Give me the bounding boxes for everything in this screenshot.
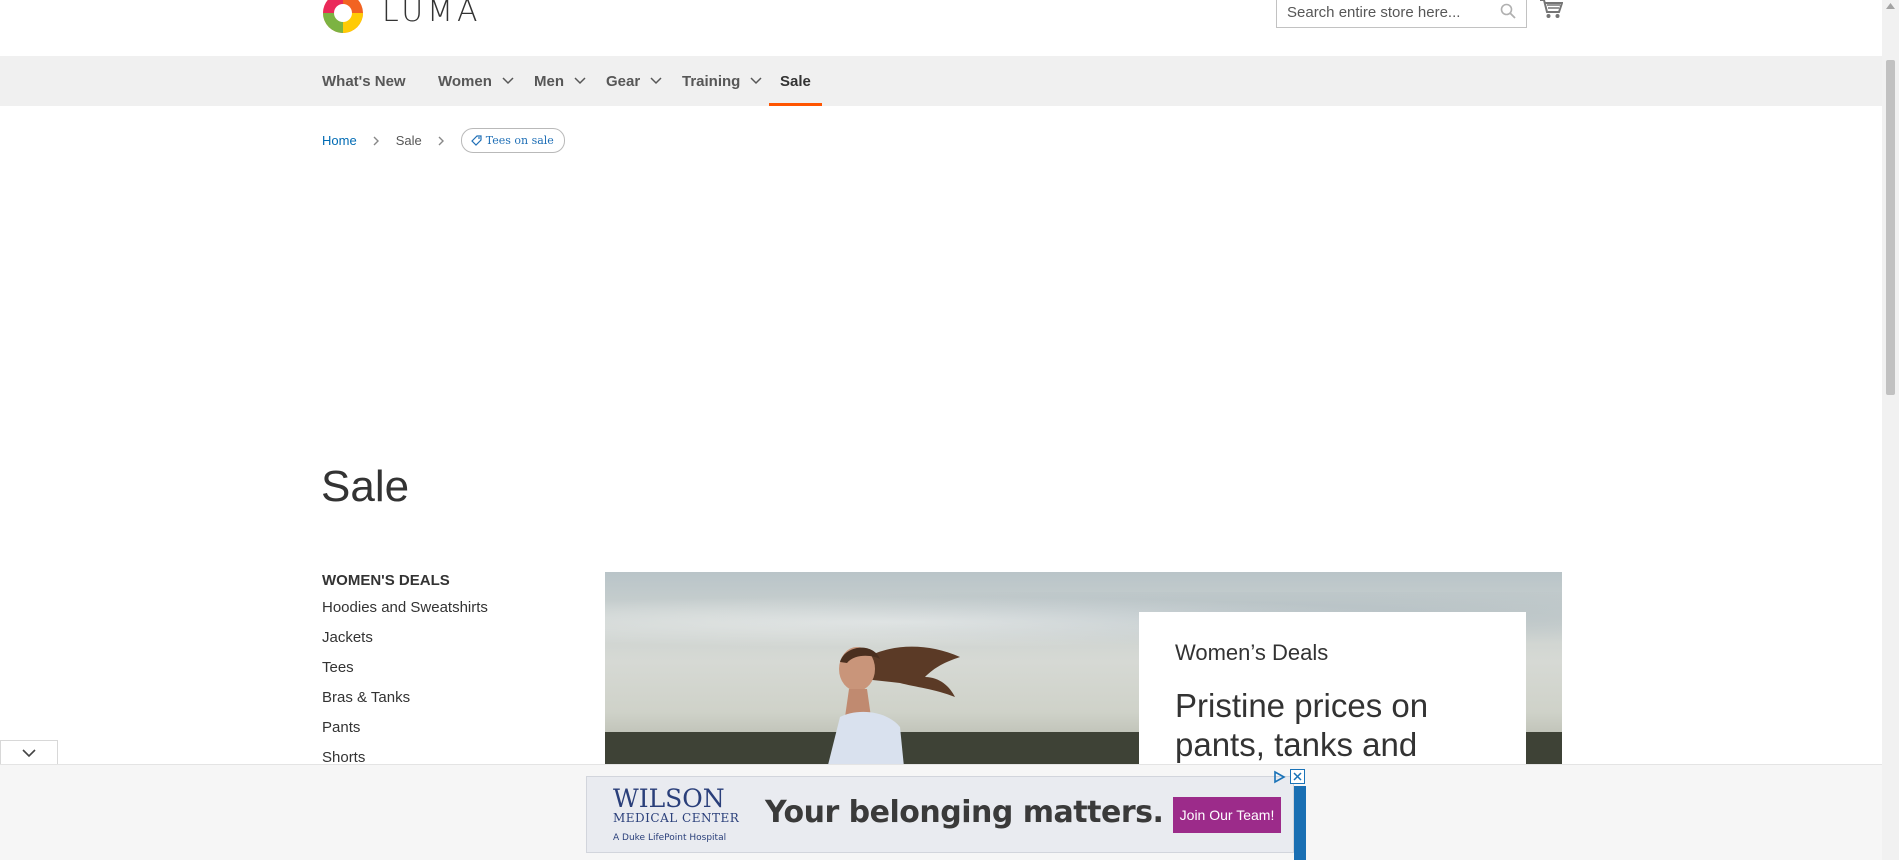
nav-label: Gear: [606, 72, 641, 90]
sidebar-link-bras-tanks[interactable]: Bras & Tanks: [322, 689, 488, 719]
tees-on-sale-chip[interactable]: Tees on sale: [460, 128, 565, 153]
page-title: Sale: [321, 462, 410, 511]
nav-men[interactable]: Men: [534, 56, 586, 106]
sidebar-link-pants[interactable]: Pants: [322, 719, 488, 749]
chevron-down-icon: [574, 77, 586, 85]
chevron-down-icon: [502, 77, 514, 85]
logo-text: LUMA: [382, 0, 482, 29]
ad-logo-line-3: A Duke LifePoint Hospital: [613, 833, 727, 843]
ad-join-button[interactable]: Join Our Team!: [1173, 797, 1281, 833]
nav-gear[interactable]: Gear: [606, 56, 662, 106]
sidebar-link-hoodies[interactable]: Hoodies and Sweatshirts: [322, 599, 488, 629]
sidebar-title: WOMEN'S DEALS: [322, 572, 450, 589]
search-icon[interactable]: [1500, 3, 1516, 19]
scrollbar-thumb[interactable]: [1886, 60, 1895, 395]
scroll-up-arrow-icon[interactable]: [1886, 3, 1895, 9]
sidebar-link-jackets[interactable]: Jackets: [322, 629, 488, 659]
main-navigation: What's New Women Men Gear Training Sale: [0, 56, 1882, 106]
chevron-down-icon: [650, 77, 662, 85]
breadcrumb-home-link[interactable]: Home: [322, 133, 357, 148]
chip-label: Tees on sale: [485, 134, 554, 147]
luma-logo-icon: [323, 0, 363, 33]
sidebar-link-tees[interactable]: Tees: [322, 659, 488, 689]
ad-close-button[interactable]: [1290, 769, 1305, 784]
hero-headline-line-2: pants, tanks and: [1175, 726, 1418, 763]
luma-logo[interactable]: LUMA: [322, 0, 482, 34]
page-header: LUMA: [0, 0, 1882, 56]
hero-headline-line-1: Pristine prices on: [1175, 687, 1429, 724]
nav-label: Sale: [780, 72, 811, 90]
nav-training[interactable]: Training: [682, 56, 762, 106]
advertisement-banner[interactable]: WILSON MEDICAL CENTER A Duke LifePoint H…: [586, 776, 1294, 853]
nav-label: Training: [682, 72, 741, 90]
ad-logo: WILSON MEDICAL CENTER A Duke LifePoint H…: [613, 784, 740, 843]
runner-woman-image: [826, 646, 960, 772]
womens-deals-banner[interactable]: Women’s Deals Pristine prices on pants, …: [605, 572, 1562, 772]
tag-icon: [470, 135, 482, 146]
sidebar-womens-deals: WOMEN'S DEALS Hoodies and Sweatshirts Ja…: [322, 572, 488, 779]
shopping-cart-icon[interactable]: [1539, 0, 1563, 20]
search-input[interactable]: [1287, 0, 1497, 26]
ad-side-accent: [1294, 786, 1306, 860]
chevron-down-icon: [750, 77, 762, 85]
chevron-right-icon: [438, 136, 444, 145]
nav-label: What's New: [322, 72, 406, 90]
ad-choices-icon[interactable]: [1272, 770, 1286, 784]
ad-collapse-toggle[interactable]: [0, 740, 58, 765]
search-box[interactable]: [1276, 0, 1527, 28]
close-icon: [1293, 772, 1302, 781]
ad-logo-line-1: WILSON: [613, 784, 725, 813]
nav-label: Women: [438, 72, 492, 90]
ad-logo-line-2: MEDICAL CENTER: [613, 811, 740, 825]
nav-label: Men: [534, 72, 564, 90]
hero-promo-card: Women’s Deals Pristine prices on pants, …: [1139, 612, 1526, 772]
breadcrumb-current: Sale: [395, 133, 422, 148]
breadcrumb: Home Sale Tees on sale: [322, 128, 565, 153]
chevron-down-icon: [22, 748, 36, 757]
page-scrollbar[interactable]: [1882, 0, 1899, 860]
nav-whats-new[interactable]: What's New: [322, 56, 406, 106]
ad-headline: Your belonging matters.: [765, 795, 1164, 830]
nav-women[interactable]: Women: [438, 56, 514, 106]
chevron-right-icon: [373, 136, 379, 145]
nav-sale[interactable]: Sale: [769, 56, 822, 106]
hero-kicker: Women’s Deals: [1175, 640, 1329, 665]
